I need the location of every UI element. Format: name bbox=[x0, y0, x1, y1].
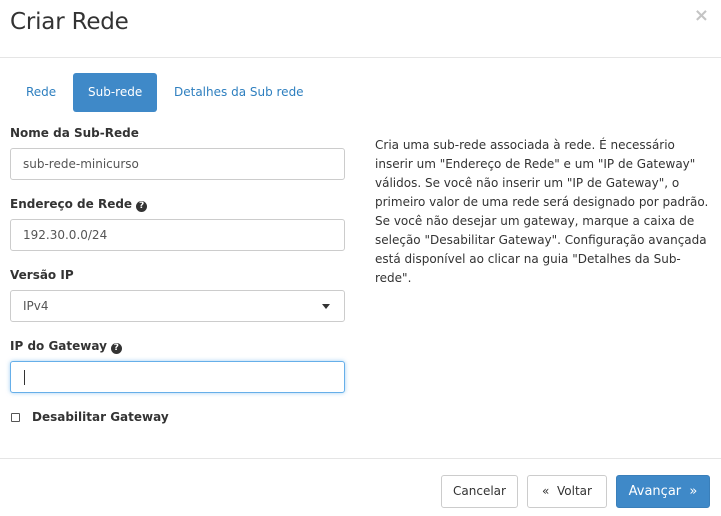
network-address-label: Endereço de Rede? bbox=[10, 197, 148, 212]
close-icon[interactable]: × bbox=[694, 6, 709, 26]
gateway-ip-label-text: IP do Gateway bbox=[10, 339, 107, 353]
next-button[interactable]: Avançar » bbox=[616, 475, 710, 508]
text-caret bbox=[24, 370, 25, 385]
help-text: Cria uma sub-rede associada à rede. É ne… bbox=[375, 138, 709, 285]
ip-version-select[interactable]: IPv4 bbox=[10, 290, 345, 322]
modal-footer: Cancelar « Voltar Avançar » bbox=[0, 458, 721, 516]
disable-gateway-checkbox[interactable] bbox=[11, 413, 20, 422]
ip-version-label: Versão IP bbox=[10, 268, 74, 282]
modal-header: Criar Rede × bbox=[0, 0, 721, 58]
network-address-value: 192.30.0.0/24 bbox=[23, 228, 108, 242]
modal-title: Criar Rede bbox=[10, 9, 129, 35]
ip-version-label-text: Versão IP bbox=[10, 268, 74, 282]
gateway-ip-input[interactable] bbox=[10, 361, 345, 393]
network-address-label-text: Endereço de Rede bbox=[10, 197, 133, 211]
question-circle-icon[interactable]: ? bbox=[110, 343, 122, 354]
caret-down-icon bbox=[322, 304, 330, 309]
subnet-name-value: sub-rede-minicurso bbox=[23, 157, 139, 171]
disable-gateway-label[interactable]: Desabilitar Gateway bbox=[32, 410, 169, 424]
tab-sub-rede[interactable]: Sub-rede bbox=[73, 73, 158, 112]
cancel-button[interactable]: Cancelar bbox=[441, 475, 518, 508]
back-button[interactable]: « Voltar bbox=[527, 475, 607, 508]
ip-version-selected: IPv4 bbox=[23, 299, 49, 313]
subnet-name-label-text: Nome da Sub-Rede bbox=[10, 126, 139, 140]
subnet-name-label: Nome da Sub-Rede bbox=[10, 126, 139, 140]
network-address-input[interactable]: 192.30.0.0/24 bbox=[10, 219, 345, 251]
tab-detalhes-sub-rede[interactable]: Detalhes da Sub rede bbox=[174, 73, 304, 112]
gateway-ip-label: IP do Gateway? bbox=[10, 339, 122, 354]
tab-rede[interactable]: Rede bbox=[26, 73, 56, 112]
subnet-name-input[interactable]: sub-rede-minicurso bbox=[10, 148, 345, 180]
question-circle-icon[interactable]: ? bbox=[136, 201, 148, 212]
